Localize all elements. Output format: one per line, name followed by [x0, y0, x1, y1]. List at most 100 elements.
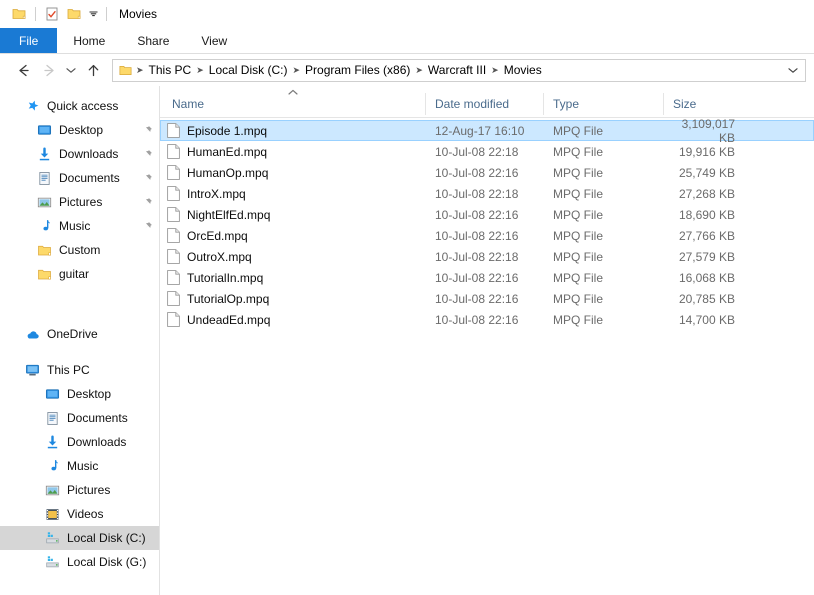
breadcrumb-item-this-pc[interactable]: This PC — [145, 63, 196, 77]
file-name-cell: HumanEd.mpq — [161, 144, 426, 159]
sidebar-item-guitar[interactable]: guitar — [0, 262, 159, 286]
file-date: 10-Jul-08 22:16 — [435, 291, 519, 306]
file-date: 10-Jul-08 22:16 — [435, 270, 519, 285]
onedrive-cloud-icon — [24, 326, 40, 342]
file-name: UndeadEd.mpq — [187, 312, 271, 327]
qat-separator-2 — [106, 7, 107, 21]
table-row[interactable]: IntroX.mpq 10-Jul-08 22:18 MPQ File 27,2… — [160, 183, 814, 204]
breadcrumb-item-local-disk-c[interactable]: Local Disk (C:) — [205, 63, 292, 77]
table-row[interactable]: NightElfEd.mpq 10-Jul-08 22:16 MPQ File … — [160, 204, 814, 225]
file-name-cell: Episode 1.mpq — [161, 123, 426, 138]
breadcrumb-item-movies[interactable]: Movies — [500, 63, 546, 77]
generic-file-icon — [167, 228, 180, 243]
column-header-size[interactable]: Size — [663, 93, 743, 115]
new-folder-icon[interactable] — [63, 3, 85, 25]
sidebar-item-this-pc-videos[interactable]: Videos — [0, 502, 159, 526]
drive-icon — [44, 554, 60, 570]
sidebar-item-music[interactable]: Music — [0, 214, 159, 238]
sidebar-item-this-pc-downloads[interactable]: Downloads — [0, 430, 159, 454]
file-date: 12-Aug-17 16:10 — [435, 123, 525, 138]
file-type: MPQ File — [553, 165, 604, 180]
generic-file-icon — [167, 207, 180, 222]
pictures-icon — [44, 482, 60, 498]
breadcrumb-separator[interactable]: ➤ — [490, 65, 500, 76]
file-list-pane[interactable]: Name Date modified Type Size Episode 1.m… — [160, 86, 814, 595]
breadcrumb-item-warcraft-iii[interactable]: Warcraft III — [424, 63, 490, 77]
sidebar-item-this-pc-music[interactable]: Music — [0, 454, 159, 478]
breadcrumb-separator[interactable]: ➤ — [195, 65, 205, 76]
sidebar-item-this-pc-desktop[interactable]: Desktop — [0, 382, 159, 406]
table-row[interactable]: OutroX.mpq 10-Jul-08 22:18 MPQ File 27,5… — [160, 246, 814, 267]
nav-label: Custom — [59, 243, 101, 257]
sidebar-item-pictures[interactable]: Pictures — [0, 190, 159, 214]
videos-icon — [44, 506, 60, 522]
column-header-type[interactable]: Type — [543, 93, 663, 115]
tab-view[interactable]: View — [185, 28, 243, 53]
sidebar-item-documents[interactable]: Documents — [0, 166, 159, 190]
this-pc-icon — [24, 362, 40, 378]
table-row[interactable]: HumanEd.mpq 10-Jul-08 22:18 MPQ File 19,… — [160, 141, 814, 162]
column-header-date-modified[interactable]: Date modified — [425, 93, 543, 115]
sidebar-item-this-pc-documents[interactable]: Documents — [0, 406, 159, 430]
pin-icon[interactable] — [142, 149, 153, 160]
recent-locations-chevron-icon[interactable] — [62, 57, 80, 83]
table-row[interactable]: TutorialOp.mpq 10-Jul-08 22:16 MPQ File … — [160, 288, 814, 309]
file-name-cell: UndeadEd.mpq — [161, 312, 426, 327]
breadcrumb[interactable]: ➤ This PC ➤ Local Disk (C:) ➤ Program Fi… — [112, 58, 806, 82]
breadcrumb-item-program-files-x86[interactable]: Program Files (x86) — [301, 63, 414, 77]
file-type: MPQ File — [553, 207, 604, 222]
file-size: 20,785 KB — [678, 291, 735, 306]
sidebar-item-this-pc[interactable]: This PC — [0, 358, 159, 382]
file-type: MPQ File — [553, 144, 604, 159]
table-row[interactable]: UndeadEd.mpq 10-Jul-08 22:16 MPQ File 14… — [160, 309, 814, 330]
file-date: 10-Jul-08 22:16 — [435, 207, 519, 222]
up-arrow-icon[interactable] — [80, 57, 106, 83]
column-header-label: Name — [172, 97, 205, 111]
folder-icon[interactable] — [8, 3, 30, 25]
sidebar-item-downloads[interactable]: Downloads — [0, 142, 159, 166]
file-date: 10-Jul-08 22:18 — [435, 144, 519, 159]
file-name: TutorialIn.mpq — [187, 270, 264, 285]
file-type: MPQ File — [553, 228, 604, 243]
table-row[interactable]: HumanOp.mpq 10-Jul-08 22:16 MPQ File 25,… — [160, 162, 814, 183]
chevron-down-icon[interactable] — [85, 3, 101, 25]
column-header-label: Type — [553, 97, 580, 111]
back-arrow-icon[interactable] — [10, 57, 36, 83]
table-row[interactable]: TutorialIn.mpq 10-Jul-08 22:16 MPQ File … — [160, 267, 814, 288]
nav-label: Documents — [59, 171, 120, 185]
pin-icon[interactable] — [142, 125, 153, 136]
sidebar-item-desktop[interactable]: Desktop — [0, 118, 159, 142]
file-date: 10-Jul-08 22:16 — [435, 228, 519, 243]
tab-file[interactable]: File — [0, 28, 58, 53]
pin-icon[interactable] — [142, 173, 153, 184]
breadcrumb-separator[interactable]: ➤ — [291, 65, 301, 76]
sidebar-item-onedrive[interactable]: OneDrive — [0, 322, 159, 346]
column-header-name[interactable]: Name — [160, 89, 425, 115]
generic-file-icon — [167, 312, 180, 327]
folder-icon — [36, 266, 52, 282]
file-type: MPQ File — [553, 270, 604, 285]
sidebar-item-custom[interactable]: Custom — [0, 238, 159, 262]
nav-label: Local Disk (G:) — [67, 555, 147, 569]
file-type: MPQ File — [553, 249, 604, 264]
generic-file-icon — [167, 270, 180, 285]
file-date: 10-Jul-08 22:16 — [435, 312, 519, 327]
file-name-cell: TutorialIn.mpq — [161, 270, 426, 285]
properties-icon[interactable] — [41, 3, 63, 25]
sidebar-item-local-disk-c[interactable]: Local Disk (C:) — [0, 526, 159, 550]
tab-share[interactable]: Share — [121, 28, 185, 53]
table-row[interactable]: OrcEd.mpq 10-Jul-08 22:16 MPQ File 27,76… — [160, 225, 814, 246]
nav-group-quick-access[interactable]: Quick access — [0, 94, 159, 118]
navigation-pane[interactable]: Quick access Desktop Downloads Documents… — [0, 86, 160, 595]
address-dropdown-chevron-icon[interactable] — [783, 60, 803, 81]
pin-icon[interactable] — [142, 197, 153, 208]
tab-home[interactable]: Home — [57, 28, 121, 53]
breadcrumb-separator[interactable]: ➤ — [414, 65, 424, 76]
breadcrumb-separator[interactable]: ➤ — [135, 65, 145, 76]
pin-icon[interactable] — [142, 221, 153, 232]
breadcrumb-folder-icon — [118, 63, 133, 78]
table-row[interactable]: Episode 1.mpq 12-Aug-17 16:10 MPQ File 3… — [160, 118, 814, 145]
sidebar-item-this-pc-pictures[interactable]: Pictures — [0, 478, 159, 502]
sidebar-item-local-disk-g[interactable]: Local Disk (G:) — [0, 550, 159, 574]
